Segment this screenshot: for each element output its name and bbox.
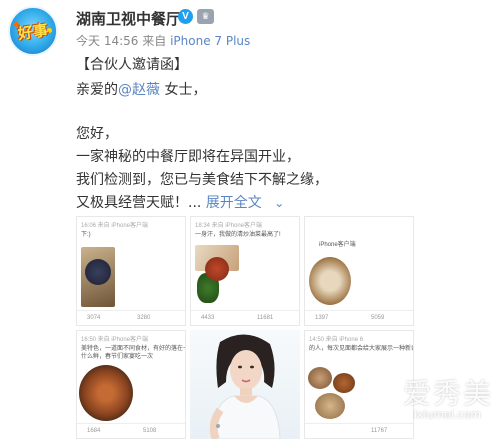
thumb-caption-line2: 什么鲜，春节们家宴吃一次 — [81, 354, 154, 360]
image-thumbnail-5[interactable] — [190, 330, 300, 439]
comment-count: 11767 — [371, 428, 388, 434]
portrait-photo — [209, 334, 281, 439]
thumb-caption: 的人，每次见面都会给大家展示一种新奇的美食， — [309, 346, 413, 352]
post-line: 您好， — [76, 126, 118, 142]
comment-count: 3280 — [137, 315, 151, 321]
thumb-header: 18:34 来自 iPhone客户端 — [195, 223, 263, 229]
post-time[interactable]: 今天 14:56 — [76, 34, 138, 48]
post-source[interactable]: iPhone 7 Plus — [170, 34, 250, 48]
post-line: 我们检测到，您已与美食结下不解之缘， — [76, 172, 328, 188]
avatar-logo: 好事 — [16, 20, 50, 43]
crown-icon: ♛ — [197, 9, 214, 24]
post-line: 一家神秘的中餐厅即将在异国开业， — [76, 149, 300, 165]
comment-count: 11681 — [257, 315, 274, 321]
comment-count: 5059 — [371, 315, 385, 321]
repost-count: 1684 — [87, 428, 101, 434]
thumb-footer: 4433 11681 — [191, 310, 299, 325]
image-thumbnail-6[interactable]: 14:50 来自 iPhone 6 的人，每次见面都会给大家展示一种新奇的美食，… — [304, 330, 414, 439]
food-photo — [308, 367, 332, 389]
image-thumbnail-1[interactable]: 16:06 来自 iPhone客户端 下:) 3074 3280 — [76, 216, 186, 326]
food-photo — [85, 259, 111, 285]
repost-count: 4433 — [201, 315, 215, 321]
mention-link[interactable]: @赵薇 — [118, 82, 160, 98]
thumb-footer: 1397 5059 — [305, 310, 413, 325]
thumb-footer: 3074 3280 — [77, 310, 185, 325]
thumb-header: 16:06 来自 iPhone客户端 — [81, 223, 149, 229]
username[interactable]: 湖南卫视中餐厅 — [76, 8, 181, 29]
verified-icon: V — [178, 9, 193, 24]
food-photo — [333, 373, 355, 393]
post-source-prefix: 来自 — [142, 34, 167, 48]
thumb-caption: iPhone客户端 — [319, 242, 356, 248]
food-photo — [79, 365, 133, 421]
post-line: 【合伙人邀请函】 — [76, 57, 188, 73]
thumb-footer: 1684 5108 — [77, 423, 185, 438]
expand-full-text-link[interactable]: 展开全文 — [206, 195, 262, 211]
comment-count: 5108 — [143, 428, 157, 434]
greeting-suffix: 女士， — [160, 82, 207, 98]
thumb-header: 16:50 来自 iPhone客户端 — [81, 337, 149, 343]
food-photo — [315, 393, 345, 419]
post-meta: 今天 14:56 来自 iPhone 7 Plus — [76, 32, 250, 49]
avatar[interactable]: 好事 — [8, 6, 58, 56]
watermark-logo: 爱秀美 — [402, 377, 493, 410]
thumb-header: 14:50 来自 iPhone 6 — [309, 337, 364, 343]
image-thumbnail-2[interactable]: 18:34 来自 iPhone客户端 一身汗，我做的清炒油菜最高了! 4433 … — [190, 216, 300, 326]
greeting-prefix: 亲爱的 — [76, 82, 118, 98]
thumb-caption: 下:) — [81, 232, 91, 238]
watermark-url: ixiumei.com — [413, 408, 481, 421]
image-thumbnail-3[interactable]: iPhone客户端 1397 5059 — [304, 216, 414, 326]
thumb-caption: 一身汗，我做的清炒油菜最高了! — [195, 232, 281, 238]
post-line-truncated: 又极具经营天赋！... — [76, 195, 202, 211]
image-thumbnail-4[interactable]: 16:50 来自 iPhone客户端 美特色，一道面不同食材，有好的落在一个大盆… — [76, 330, 186, 439]
food-photo — [205, 257, 229, 281]
thumb-footer: 11767 — [305, 423, 413, 438]
post-line: 亲爱的@赵薇 女士， — [76, 79, 206, 99]
post-line: 又极具经营天赋！... 展开全文 ⌄ — [76, 192, 284, 212]
repost-count: 3074 — [87, 315, 101, 321]
food-photo — [309, 257, 351, 305]
repost-count: 1397 — [315, 315, 329, 321]
chevron-down-icon[interactable]: ⌄ — [274, 196, 284, 210]
